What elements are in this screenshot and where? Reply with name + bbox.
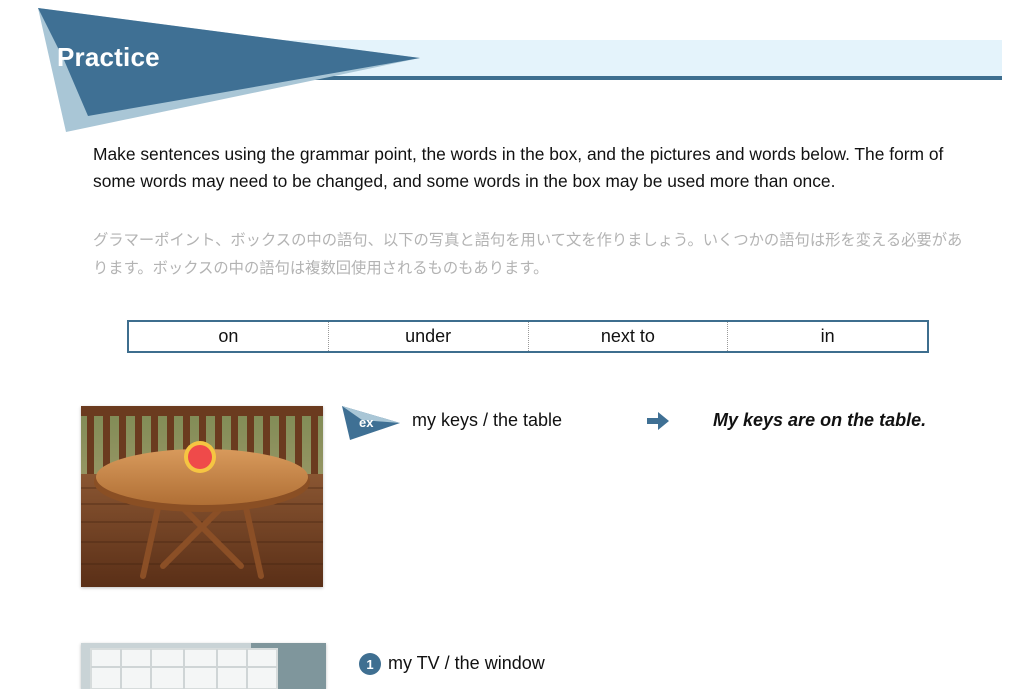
word-box-cell: under [327,322,528,351]
practice-banner: Practice [0,0,1024,140]
instructions-japanese: グラマーポイント、ボックスの中の語句、以下の写真と語句を用いて文を作りましょう。… [93,232,963,277]
item-number-badge: 1 [359,653,381,675]
example-prompt: my keys / the table [412,410,563,430]
table-photo [81,406,323,587]
word-box-cell: on [218,326,239,346]
word-box-cell: next to [527,322,728,351]
instructions-english: Make sentences using the grammar point, … [93,144,944,191]
page-title: Practice [57,42,160,72]
example-answer: My keys are on the table. [713,410,927,430]
word-box: on under next to in [127,320,929,353]
word-box-cell: in [727,322,927,351]
item-prompt: my TV / the window [388,653,545,673]
right-arrow-icon [647,412,669,430]
window-illustration [81,643,326,689]
practice-page: Practice Make sentences using the gramma… [0,0,1024,689]
window-photo [81,643,326,689]
table-illustration [81,406,323,587]
example-badge-label: ex [359,415,374,430]
